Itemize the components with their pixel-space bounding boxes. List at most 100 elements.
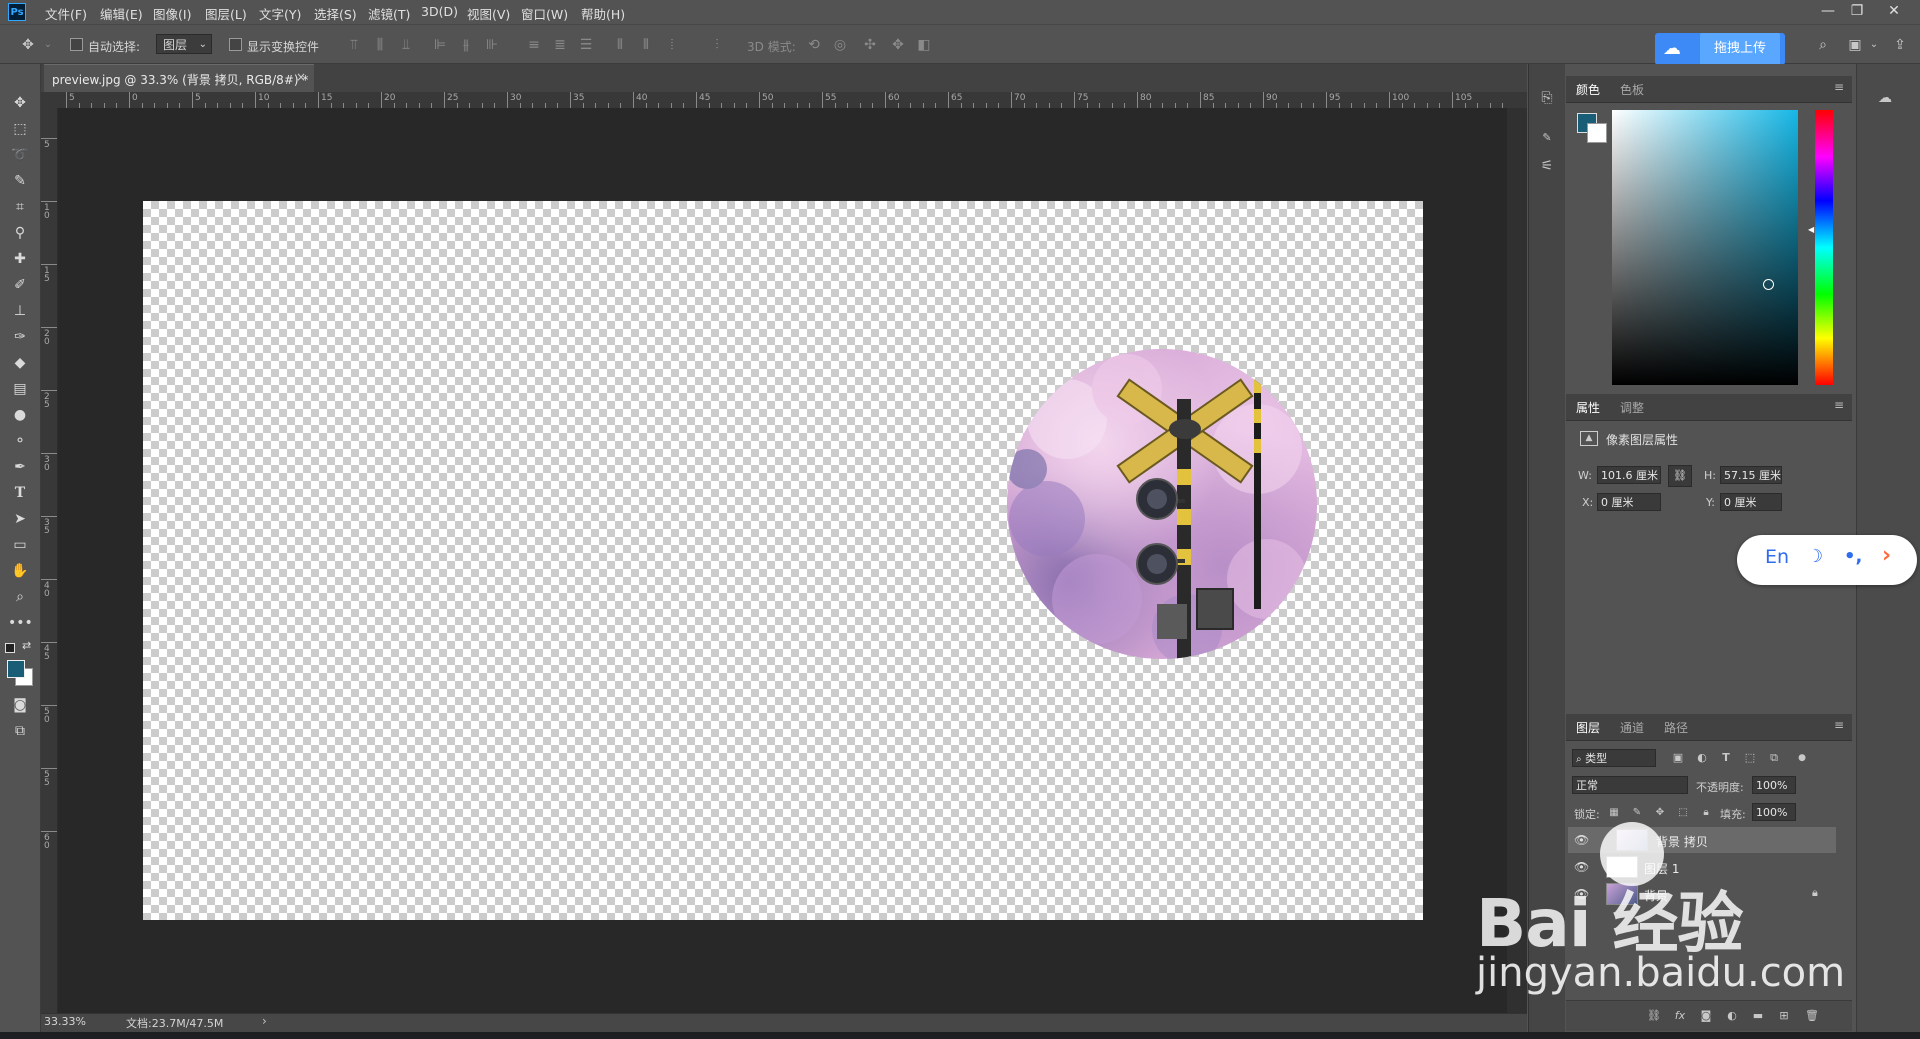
gradient-tool-icon[interactable]: ▤ — [8, 378, 32, 400]
foreground-color-swatch[interactable] — [7, 660, 25, 678]
color-panel-menu-icon[interactable]: ≡ — [1834, 80, 1844, 94]
align-vcenter-icon[interactable]: ⫼ — [370, 35, 390, 55]
lock-pixels-icon[interactable]: ✎ — [1627, 803, 1647, 823]
new-layer-icon[interactable]: ⊞ — [1774, 1006, 1794, 1026]
color-panel-background-swatch[interactable] — [1587, 123, 1607, 143]
distribute-left-icon[interactable]: ⦀ — [610, 35, 630, 55]
menu-image[interactable]: 图像(I) — [153, 4, 191, 23]
auto-select-target-dropdown[interactable]: 图层 ⌄ — [156, 34, 212, 54]
link-dimensions-icon[interactable]: ⛓ — [1668, 465, 1692, 487]
3d-roll-icon[interactable]: ◎ — [830, 35, 850, 55]
blend-mode-dropdown[interactable]: 正常 — [1572, 776, 1688, 794]
restore-button[interactable]: ❐ — [1847, 2, 1867, 20]
layers-panel-menu-icon[interactable]: ≡ — [1834, 718, 1844, 732]
height-field[interactable]: 57.15 厘米 — [1720, 466, 1782, 484]
search-icon[interactable]: ⌕ — [1813, 35, 1833, 55]
filter-smart-object-icon[interactable]: ⧉ — [1764, 748, 1784, 768]
fill-field[interactable]: 100% — [1752, 803, 1796, 821]
zoom-tool-icon[interactable]: ⌕ — [8, 586, 32, 608]
brush-tool-icon[interactable]: ✐ — [8, 274, 32, 296]
lock-all-icon[interactable]: 🔒︎ — [1696, 803, 1716, 823]
filter-adjustment-icon[interactable]: ◐ — [1692, 748, 1712, 768]
ruler-origin[interactable] — [41, 92, 57, 108]
filter-toggle-icon[interactable]: ● — [1792, 748, 1812, 768]
lock-transparent-icon[interactable]: ▦ — [1604, 803, 1624, 823]
shape-tool-icon[interactable]: ▭ — [8, 534, 32, 556]
distribute-hcenter-icon[interactable]: ⫴ — [636, 35, 656, 55]
circular-photo-railway-crossing[interactable] — [1007, 349, 1317, 659]
auto-select-checkbox[interactable] — [70, 38, 83, 51]
menu-3d[interactable]: 3D(D) — [421, 4, 458, 19]
share-icon[interactable]: ⇪ — [1890, 35, 1910, 55]
moon-icon[interactable]: ☽ — [1807, 546, 1823, 567]
hand-tool-icon[interactable]: ✋ — [8, 560, 32, 582]
distribute-right-icon[interactable]: ⦙ — [662, 35, 682, 55]
zoom-level[interactable]: 33.33% — [44, 1015, 86, 1028]
menu-help[interactable]: 帮助(H) — [581, 4, 625, 23]
fx-icon[interactable]: fx — [1670, 1006, 1690, 1026]
layer-filter-dropdown[interactable]: ⌕ 类型 — [1572, 749, 1656, 767]
eraser-tool-icon[interactable]: ◆ — [8, 352, 32, 374]
tab-swatches[interactable]: 色板 — [1620, 81, 1644, 98]
menu-layer[interactable]: 图层(L) — [205, 4, 247, 23]
menu-edit[interactable]: 编辑(E) — [100, 4, 143, 23]
type-tool-icon[interactable]: T — [8, 482, 32, 504]
close-tab-icon[interactable]: × — [296, 70, 306, 84]
minimize-button[interactable]: — — [1818, 2, 1838, 20]
align-right-icon[interactable]: ⊪ — [482, 35, 502, 55]
tab-properties[interactable]: 属性 — [1576, 399, 1600, 416]
menu-select[interactable]: 选择(S) — [314, 4, 357, 23]
layer-name[interactable]: 背景 拷贝 — [1656, 833, 1708, 850]
hue-slider-handle[interactable]: ◀ — [1808, 225, 1814, 234]
y-field[interactable]: 0 厘米 — [1720, 493, 1782, 511]
3d-scale-icon[interactable]: ◧ — [914, 35, 934, 55]
adjustment-presets-icon[interactable]: ⚟ — [1537, 156, 1557, 176]
input-language-toggle[interactable]: En — [1765, 546, 1789, 568]
opacity-field[interactable]: 100% — [1752, 776, 1796, 794]
chevron-right-icon[interactable]: › — [1882, 543, 1891, 568]
quick-select-tool-icon[interactable]: ✎ — [8, 170, 32, 192]
document-tab-title[interactable]: preview.jpg @ 33.3% (背景 拷贝, RGB/8#) * — [52, 71, 308, 88]
quick-mask-icon[interactable]: ◙ — [8, 694, 32, 716]
chevron-down-icon[interactable]: ⌄ — [1864, 35, 1884, 55]
clone-stamp-tool-icon[interactable]: ⊥ — [8, 300, 32, 322]
show-transform-checkbox[interactable] — [229, 38, 242, 51]
3d-slide-icon[interactable]: ✥ — [888, 35, 908, 55]
adjustment-icon[interactable]: ◐ — [1722, 1006, 1742, 1026]
lock-artboard-icon[interactable]: ⬚ — [1673, 803, 1693, 823]
brush-settings-icon[interactable]: ✎ — [1537, 128, 1557, 148]
properties-panel-menu-icon[interactable]: ≡ — [1834, 398, 1844, 412]
marquee-tool-icon[interactable]: ⬚ — [8, 118, 32, 140]
link-icon[interactable]: ⛓ — [1644, 1006, 1664, 1026]
lock-position-icon[interactable]: ✥ — [1650, 803, 1670, 823]
workspace-icon[interactable]: ▣ — [1845, 35, 1865, 55]
distribute-bottom-icon[interactable]: ☰ — [576, 35, 596, 55]
filter-shape-icon[interactable]: ⬚ — [1740, 748, 1760, 768]
align-top-icon[interactable]: ⫪ — [344, 35, 364, 55]
tab-color[interactable]: 颜色 — [1576, 81, 1600, 98]
eyedropper-tool-icon[interactable]: ⚲ — [8, 222, 32, 244]
tab-paths[interactable]: 路径 — [1664, 719, 1688, 736]
lasso-tool-icon[interactable]: ➰ — [8, 144, 32, 166]
group-icon[interactable]: ▬ — [1748, 1006, 1768, 1026]
menu-filter[interactable]: 滤镜(T) — [368, 4, 410, 23]
default-colors-icon[interactable] — [5, 643, 15, 653]
status-menu-arrow[interactable]: › — [262, 1014, 267, 1028]
menu-view[interactable]: 视图(V) — [467, 4, 510, 23]
hue-slider[interactable] — [1815, 110, 1833, 385]
dodge-tool-icon[interactable]: ⚬ — [8, 430, 32, 452]
width-field[interactable]: 101.6 厘米 — [1597, 466, 1661, 484]
swap-colors-icon[interactable]: ⇄ — [22, 639, 31, 652]
path-selection-tool-icon[interactable]: ➤ — [8, 508, 32, 530]
punctuation-icon[interactable]: •, — [1844, 546, 1862, 567]
crop-tool-icon[interactable]: ⌗ — [8, 196, 32, 218]
tab-adjustments[interactable]: 调整 — [1620, 399, 1644, 416]
saturation-brightness-field[interactable] — [1612, 110, 1798, 385]
libraries-icon[interactable]: ☁ — [1875, 88, 1895, 108]
filter-type-icon[interactable]: T — [1716, 748, 1736, 768]
menu-type[interactable]: 文字(Y) — [259, 4, 301, 23]
3d-pan-icon[interactable]: ✣ — [860, 35, 880, 55]
visibility-eye-icon[interactable]: 👁︎ — [1574, 833, 1589, 847]
distribute-vcenter-icon[interactable]: ≣ — [550, 35, 570, 55]
chevron-down-icon[interactable]: ⌄ — [38, 35, 58, 55]
